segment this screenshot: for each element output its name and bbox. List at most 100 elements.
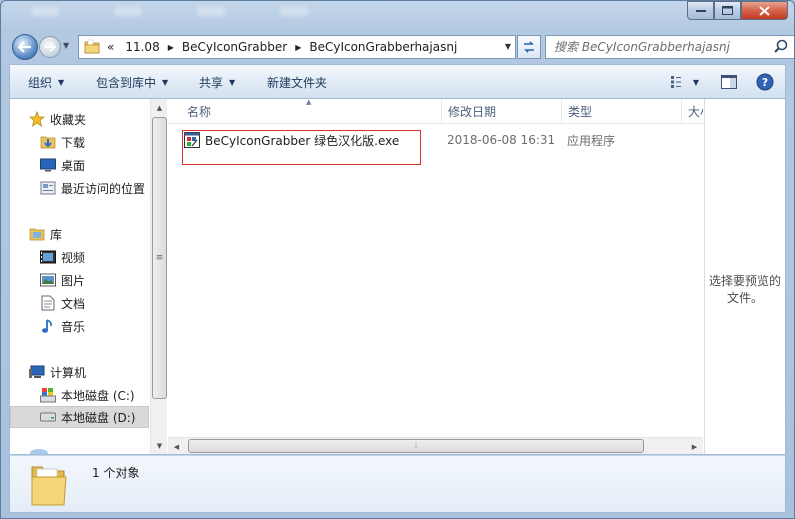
nav-item-drive-d[interactable]: 本地磁盘 (D:) (10, 406, 149, 428)
file-list-horizontal-scrollbar[interactable]: ◀ ⦙ ▶ (168, 437, 703, 454)
music-note-icon (39, 318, 56, 334)
downloads-folder-icon (39, 134, 56, 150)
desktop-icon (39, 157, 56, 173)
nav-item-pictures[interactable]: 图片 (10, 269, 149, 291)
chevron-down-icon: ▼ (692, 77, 700, 87)
file-date: 2018-06-08 16:31 (447, 133, 556, 147)
view-options-icon (670, 76, 681, 88)
preview-pane-button[interactable] (720, 73, 738, 91)
breadcrumb-history-chevron[interactable]: « (107, 40, 114, 54)
refresh-button[interactable] (517, 35, 541, 59)
nav-item-videos[interactable]: 视频 (10, 246, 149, 268)
column-headers: ▲ 名称 修改日期 类型 大小 (168, 98, 703, 124)
include-in-library-label: 包含到库中 (96, 76, 157, 90)
nav-label: 文档 (61, 296, 86, 311)
minimize-icon (695, 9, 706, 12)
back-button[interactable] (12, 34, 38, 60)
nav-label: 桌面 (61, 158, 86, 173)
address-bar[interactable]: « 11.08 ▶ BeCyIconGrabber ▶ BeCyIconGrab… (78, 35, 516, 59)
breadcrumb-separator-icon[interactable]: ▶ (168, 43, 174, 52)
main-area: 收藏夹 下载 桌面 最近访问的位置 库 视频 图片 文档 音乐 计算机 本地磁盘… (9, 98, 786, 455)
address-dropdown-icon[interactable]: ▼ (505, 42, 511, 51)
picture-icon (39, 272, 56, 288)
document-icon (39, 295, 56, 311)
scroll-right-arrow-icon[interactable]: ▶ (686, 438, 703, 455)
view-options-button[interactable]: ▼ (669, 73, 701, 91)
column-header-label: 修改日期 (448, 105, 497, 119)
search-icon[interactable] (772, 38, 790, 56)
breadcrumb-separator-icon[interactable]: ▶ (295, 43, 301, 52)
network-icon (30, 449, 48, 454)
maximize-icon (722, 6, 733, 15)
title-bar (31, 7, 308, 16)
recent-places-icon (39, 180, 56, 196)
preview-pane-icon (721, 75, 737, 89)
column-header-label: 名称 (187, 105, 212, 119)
close-icon (759, 5, 770, 16)
help-icon: ? (756, 73, 774, 91)
scroll-thumb[interactable]: ≡ (152, 117, 167, 399)
breadcrumb-item-current[interactable]: BeCyIconGrabberhajasnj (309, 40, 457, 54)
nav-label: 图片 (61, 273, 86, 288)
nav-label: 收藏夹 (50, 112, 87, 127)
folder-large-icon (31, 466, 67, 506)
share-label: 共享 (199, 76, 224, 90)
column-header-size[interactable]: 大小 (682, 99, 703, 124)
breadcrumb-item-11-08[interactable]: 11.08 (125, 40, 159, 54)
preview-pane: 选择要预览的文件。 (704, 99, 785, 454)
scroll-left-arrow-icon[interactable]: ◀ (168, 438, 185, 455)
star-icon (28, 111, 45, 127)
preview-placeholder-text: 选择要预览的文件。 (708, 274, 781, 305)
nav-item-computer[interactable]: 计算机 (10, 361, 149, 383)
column-header-label: 类型 (568, 105, 593, 119)
maximize-button[interactable] (714, 1, 741, 20)
chevron-down-icon: ▼ (162, 78, 169, 87)
search-input[interactable] (554, 37, 772, 57)
minimize-button[interactable] (687, 1, 714, 20)
nav-item-drive-c[interactable]: 本地磁盘 (C:) (10, 384, 149, 406)
include-in-library-menu[interactable]: 包含到库中 ▼ (96, 74, 168, 91)
column-header-type[interactable]: 类型 (562, 99, 682, 124)
nav-item-favorites[interactable]: 收藏夹 (10, 108, 149, 130)
close-button[interactable] (741, 1, 788, 20)
new-folder-button[interactable]: 新建文件夹 (267, 74, 327, 91)
nav-item-downloads[interactable]: 下载 (10, 131, 149, 153)
scroll-down-arrow-icon[interactable]: ▼ (151, 437, 168, 454)
back-arrow-icon (18, 41, 31, 53)
nav-item-recent-places[interactable]: 最近访问的位置 (10, 177, 149, 199)
item-count: 1 个对象 (92, 466, 140, 480)
breadcrumb-item-becyicongrabber[interactable]: BeCyIconGrabber (182, 40, 287, 54)
nav-label: 本地磁盘 (C:) (61, 388, 135, 403)
column-header-date[interactable]: 修改日期 (442, 99, 562, 124)
column-header-name[interactable]: 名称 (181, 99, 442, 124)
nav-label: 本地磁盘 (D:) (61, 410, 136, 425)
scroll-thumb[interactable]: ⦙ (188, 439, 644, 453)
system-drive-icon (39, 387, 56, 403)
hard-drive-icon (39, 409, 56, 425)
forward-button[interactable] (39, 36, 61, 58)
nav-label: 音乐 (61, 319, 86, 334)
nav-item-documents[interactable]: 文档 (10, 292, 149, 314)
recent-pages-dropdown[interactable]: ▼ (63, 41, 69, 50)
refresh-icon (524, 41, 534, 53)
organize-label: 组织 (28, 76, 53, 90)
column-header-label: 大小 (688, 105, 703, 119)
navigation-pane-scrollbar[interactable]: ▲ ≡ ▼ (150, 99, 167, 454)
library-icon (28, 226, 45, 242)
help-button[interactable]: ? (756, 73, 774, 91)
nav-item-music[interactable]: 音乐 (10, 315, 149, 337)
nav-label: 库 (50, 227, 63, 242)
organize-menu[interactable]: 组织 ▼ (28, 74, 64, 91)
nav-item-libraries[interactable]: 库 (10, 223, 149, 245)
nav-label: 下载 (61, 135, 86, 150)
share-menu[interactable]: 共享 ▼ (199, 74, 235, 91)
file-list-view: ▲ 名称 修改日期 类型 大小 (168, 98, 703, 454)
new-folder-label: 新建文件夹 (267, 76, 328, 90)
highlight-box (182, 130, 421, 165)
navigation-bar: ▼ « 11.08 ▶ BeCyIconGrabber ▶ BeCyIconGr… (9, 32, 794, 62)
nav-item-desktop[interactable]: 桌面 (10, 154, 149, 176)
scroll-up-arrow-icon[interactable]: ▲ (151, 99, 168, 116)
forward-arrow-icon (45, 42, 56, 52)
file-type: 应用程序 (567, 133, 616, 148)
folder-icon (84, 39, 100, 54)
